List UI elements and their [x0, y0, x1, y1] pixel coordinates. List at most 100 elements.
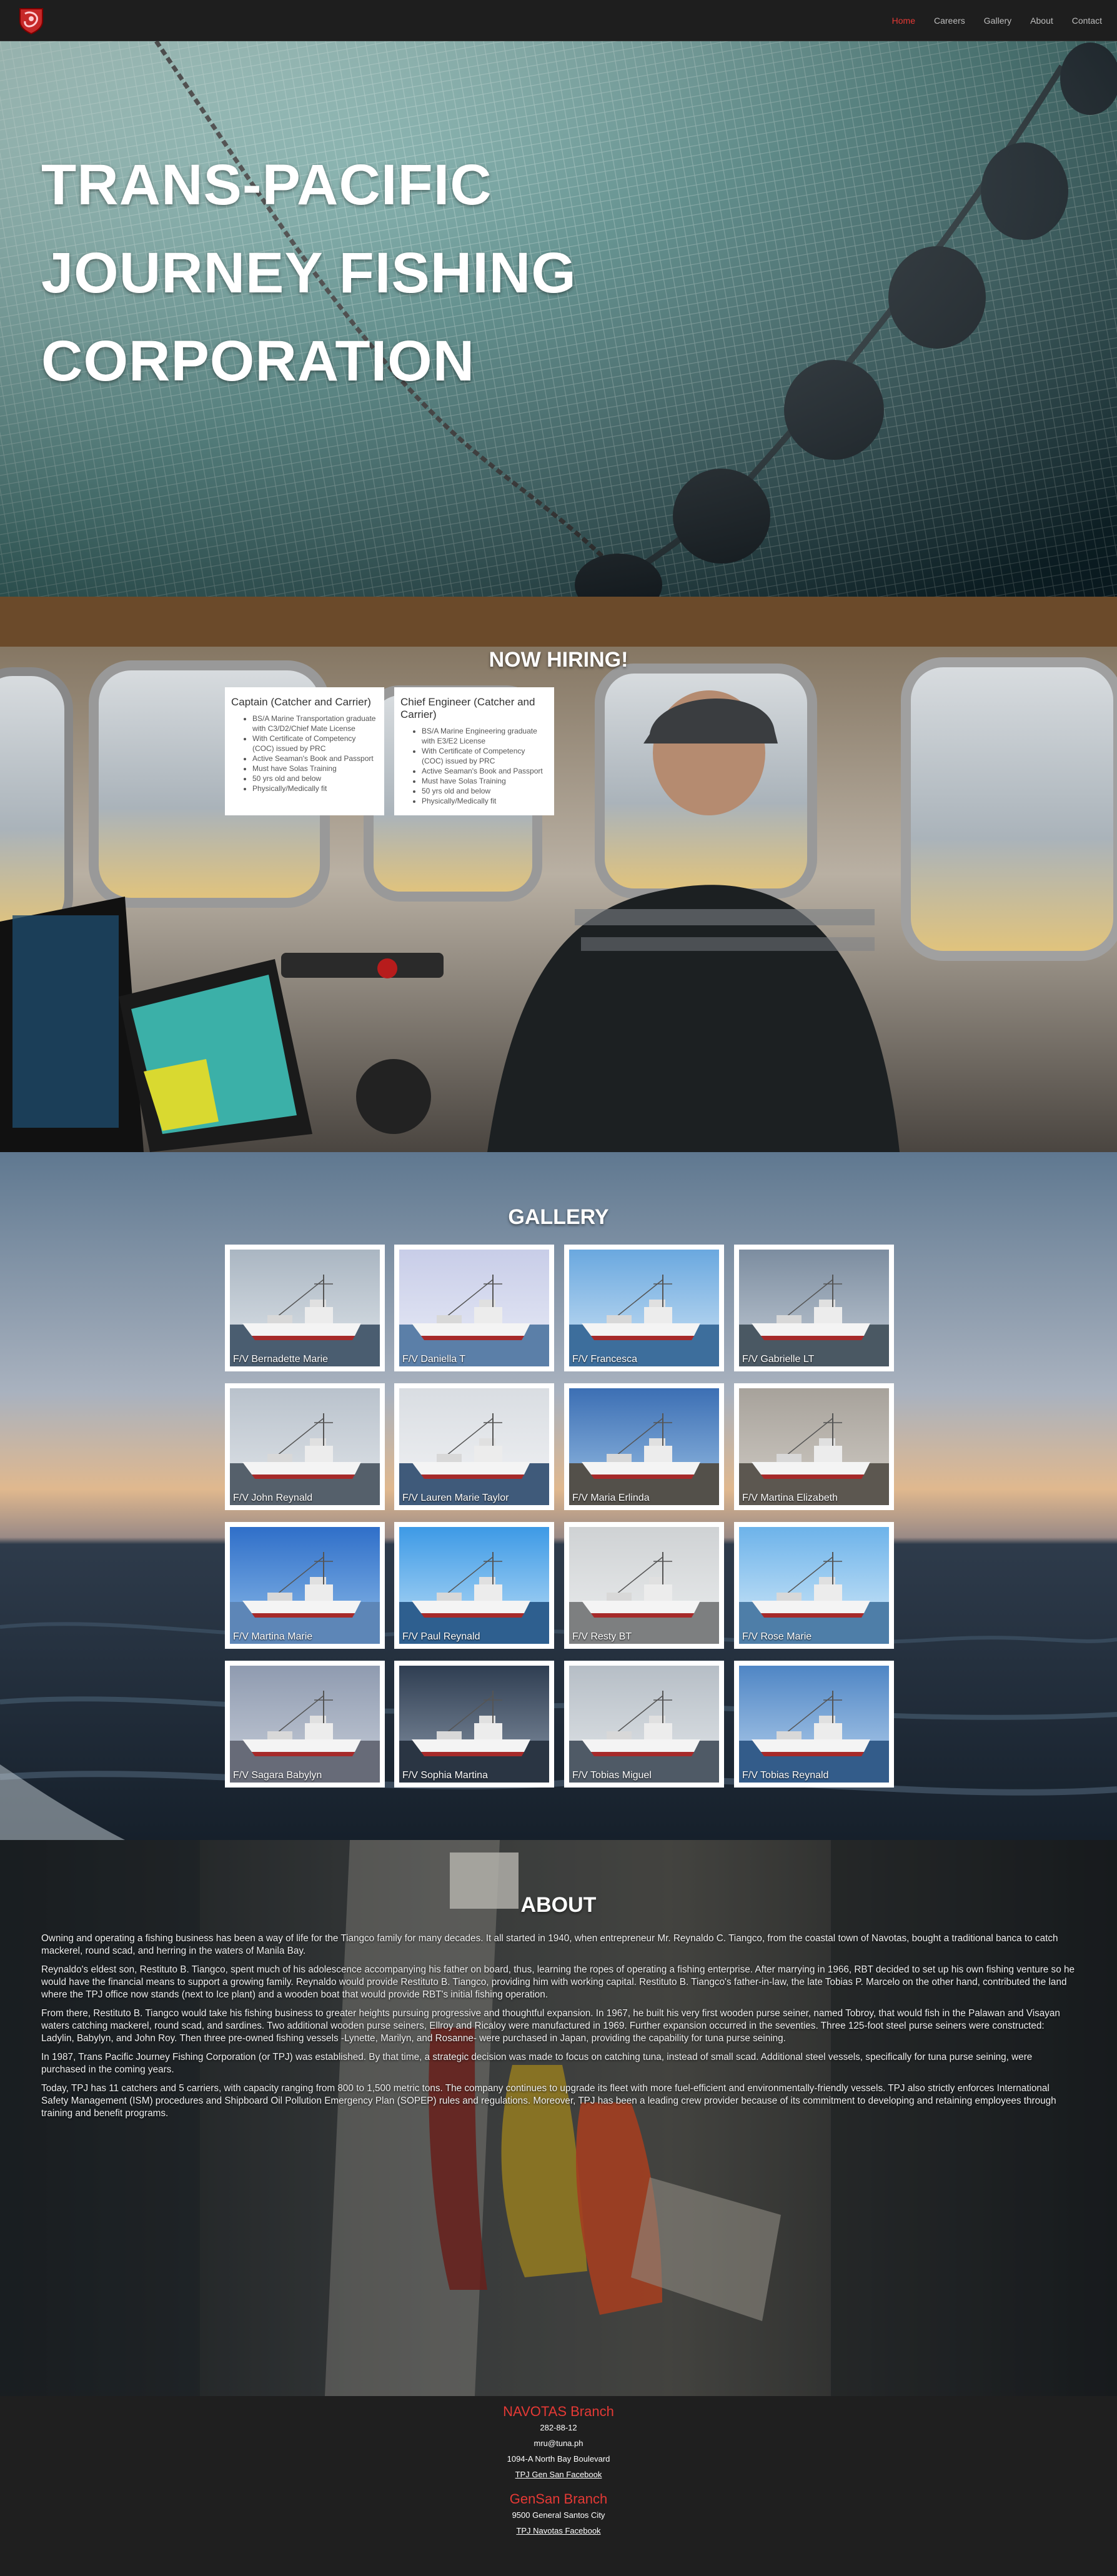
gallery-item-caption: F/V Tobias Reynald [742, 1770, 829, 1781]
branch-email: mru@tuna.ph [534, 2439, 583, 2448]
top-navbar: Home Careers Gallery About Contact [0, 0, 1117, 41]
branch-name-navotas: NAVOTAS Branch [503, 2404, 614, 2419]
requirement-item: Physically/Medically fit [422, 796, 547, 806]
requirement-item: With Certificate of Competency (COC) iss… [422, 746, 547, 766]
about-paragraph: From there, Restituto B. Tiangco would t… [41, 2008, 1060, 2044]
vessel-photo [399, 1388, 549, 1505]
gallery-item[interactable]: F/V Paul Reynald [394, 1522, 554, 1649]
about-paragraph: Today, TPJ has 11 catchers and 5 carrier… [41, 2083, 1056, 2119]
nav-link-contact[interactable]: Contact [1072, 16, 1102, 26]
branch-address: 9500 General Santos City [512, 2510, 605, 2520]
gallery-item[interactable]: F/V Daniella T [394, 1245, 554, 1371]
gallery-item[interactable]: F/V John Reynald [225, 1383, 385, 1510]
hiring-title: NOW HIRING! [489, 648, 628, 672]
hero-title-line-1: TRANS-PACIFIC [41, 153, 492, 217]
gallery-item[interactable]: F/V Martina Elizabeth [734, 1383, 894, 1510]
gallery-item[interactable]: F/V Maria Erlinda [564, 1383, 724, 1510]
gallery-item-caption: F/V Martina Elizabeth [742, 1493, 838, 1503]
gallery-section: GALLERY F/V Bernadette Marie F/V Daniella… [0, 1152, 1117, 1840]
requirement-item: Must have Solas Training [422, 776, 547, 786]
requirement-item: 50 yrs old and below [252, 773, 377, 783]
job-requirements-list: BS/A Marine Engineering graduate with E3… [400, 726, 547, 806]
gallery-item[interactable]: F/V Resty BT [564, 1522, 724, 1649]
vessel-photo [739, 1527, 889, 1644]
about-paragraph: Reynaldo's eldest son, Restituto B. Tian… [41, 1964, 1075, 2000]
vessel-photo [230, 1527, 380, 1644]
vessel-photo [739, 1388, 889, 1505]
vessel-photo [399, 1250, 549, 1366]
gallery-item[interactable]: F/V Rose Marie [734, 1522, 894, 1649]
hero-title-line-2: JOURNEY FISHING [41, 241, 577, 305]
facebook-link-gensan[interactable]: TPJ Navotas Facebook [516, 2526, 600, 2535]
gallery-item[interactable]: F/V Lauren Marie Taylor [394, 1383, 554, 1510]
gallery-item-caption: F/V Rose Marie [742, 1631, 812, 1642]
about-title: ABOUT [520, 1893, 597, 1917]
gallery-item[interactable]: F/V Tobias Reynald [734, 1661, 894, 1788]
vessel-photo [230, 1250, 380, 1366]
branch-address: 1094-A North Bay Boulevard [507, 2454, 610, 2464]
nav-links: Home Careers Gallery About Contact [892, 0, 1102, 41]
gallery-title: GALLERY [508, 1205, 609, 1229]
vessel-photo [399, 1527, 549, 1644]
gallery-item-caption: F/V Francesca [572, 1354, 638, 1365]
vessel-photo [569, 1250, 719, 1366]
gallery-item-caption: F/V Gabrielle LT [742, 1354, 815, 1365]
branch-phone: 282-88-12 [540, 2423, 577, 2432]
vessel-photo [739, 1250, 889, 1366]
requirement-item: Must have Solas Training [252, 763, 377, 773]
requirement-item: Physically/Medically fit [252, 783, 377, 793]
gallery-item[interactable]: F/V Sagara Babylyn [225, 1661, 385, 1788]
job-requirements-list: BS/A Marine Transportation graduate with… [231, 714, 377, 793]
requirement-item: BS/A Marine Engineering graduate with E3… [422, 726, 547, 746]
vessel-photo [569, 1666, 719, 1783]
nav-link-home[interactable]: Home [892, 16, 915, 26]
facebook-link-navotas[interactable]: TPJ Gen San Facebook [515, 2470, 602, 2479]
nav-link-gallery[interactable]: Gallery [984, 16, 1011, 26]
gallery-item[interactable]: F/V Sophia Martina [394, 1661, 554, 1788]
gallery-item-caption: F/V Maria Erlinda [572, 1493, 650, 1503]
gallery-item[interactable]: F/V Francesca [564, 1245, 724, 1371]
hiring-background-image [0, 597, 1117, 1152]
vessel-photo [399, 1666, 549, 1783]
gallery-item-caption: F/V Bernadette Marie [233, 1354, 329, 1365]
job-card-chief-engineer: Chief Engineer (Catcher and Carrier) BS/… [394, 687, 554, 815]
hiring-section: NOW HIRING! Captain (Catcher and Carrier… [0, 597, 1117, 1152]
gallery-item-caption: F/V Sagara Babylyn [233, 1770, 322, 1781]
gallery-item-caption: F/V Lauren Marie Taylor [402, 1493, 509, 1503]
gallery-item-caption: F/V Martina Marie [233, 1631, 313, 1642]
vessel-photo [230, 1388, 380, 1505]
requirement-item: Active Seaman's Book and Passport [422, 766, 547, 776]
nav-link-careers[interactable]: Careers [934, 16, 965, 26]
vessel-photo [230, 1666, 380, 1783]
tpj-logo[interactable] [16, 5, 46, 35]
vessel-photo [569, 1527, 719, 1644]
requirement-item: With Certificate of Competency (COC) iss… [252, 734, 377, 753]
about-paragraph: Owning and operating a fishing business … [41, 1933, 1058, 1956]
job-card-captain: Captain (Catcher and Carrier) BS/A Marin… [225, 687, 384, 815]
nav-link-about[interactable]: About [1030, 16, 1053, 26]
vessel-photo [739, 1666, 889, 1783]
job-title: Captain (Catcher and Carrier) [231, 696, 371, 708]
requirement-item: BS/A Marine Transportation graduate with… [252, 714, 377, 734]
about-body: Owning and operating a fishing business … [41, 1932, 1076, 2126]
requirement-item: Active Seaman's Book and Passport [252, 753, 377, 763]
gallery-item[interactable]: F/V Gabrielle LT [734, 1245, 894, 1371]
gallery-item-caption: F/V Sophia Martina [402, 1770, 488, 1781]
gallery-item-caption: F/V Daniella T [402, 1354, 466, 1365]
gallery-item[interactable]: F/V Martina Marie [225, 1522, 385, 1649]
gallery-item-caption: F/V Resty BT [572, 1631, 632, 1642]
gallery-item-caption: F/V Tobias Miguel [572, 1770, 652, 1781]
about-paragraph: In 1987, Trans Pacific Journey Fishing C… [41, 2052, 1033, 2075]
branch-name-gensan: GenSan Branch [509, 2491, 608, 2507]
hero-section: TRANS-PACIFIC JOURNEY FISHING CORPORATIO… [0, 41, 1117, 597]
hero-title-line-3: CORPORATION [41, 329, 475, 393]
hero-title: TRANS-PACIFIC JOURNEY FISHING CORPORATIO… [41, 141, 666, 405]
gallery-item[interactable]: F/V Bernadette Marie [225, 1245, 385, 1371]
about-section: ABOUT Owning and operating a fishing bus… [0, 1840, 1117, 2396]
gallery-item[interactable]: F/V Tobias Miguel [564, 1661, 724, 1788]
requirement-item: 50 yrs old and below [422, 786, 547, 796]
gallery-item-caption: F/V John Reynald [233, 1493, 313, 1503]
job-title: Chief Engineer (Catcher and Carrier) [400, 696, 535, 720]
vessel-photo [569, 1388, 719, 1505]
gallery-item-caption: F/V Paul Reynald [402, 1631, 480, 1642]
